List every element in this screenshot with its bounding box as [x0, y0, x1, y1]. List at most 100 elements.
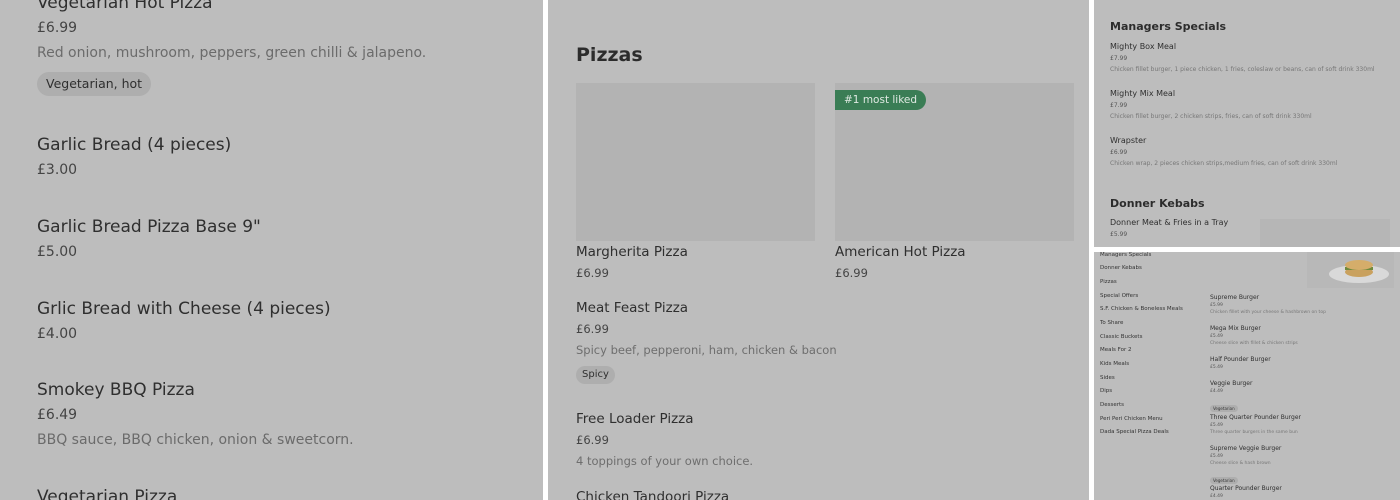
item-name: Free Loader Pizza — [576, 411, 694, 427]
section-heading: Managers Specials — [1110, 20, 1227, 33]
item-price: £4.49 — [1210, 389, 1223, 394]
menu-item[interactable]: Garlic Bread Pizza Base 9" £5.00 — [37, 217, 261, 261]
category-link[interactable]: Pizzas — [1100, 279, 1117, 286]
menu-item[interactable]: Smokey BBQ Pizza £6.49 BBQ sauce, BBQ ch… — [37, 380, 354, 449]
menu-item[interactable]: Mega Mix Burger £5.49 Cheese slice with … — [1210, 325, 1298, 347]
menu-item[interactable]: Vegetarian Hot Pizza £6.99 Red onion, mu… — [37, 0, 426, 96]
item-description: BBQ sauce, BBQ chicken, onion & sweetcor… — [37, 432, 354, 448]
item-description: Cheese slice & hash brown — [1210, 461, 1271, 466]
item-price: £5.00 — [37, 244, 78, 260]
item-price: £5.99 — [1210, 303, 1223, 308]
dietary-tag: Spicy — [576, 366, 615, 384]
menu-item[interactable]: Quarter Pounder Burger £4.49 — [1210, 485, 1282, 500]
item-description: Three quarter burgers in the same bun — [1210, 430, 1298, 435]
item-name: Meat Feast Pizza — [576, 300, 689, 316]
item-name: Mega Mix Burger — [1210, 325, 1261, 332]
item-name: Garlic Bread Pizza Base 9" — [37, 217, 261, 237]
category-link[interactable]: Classic Buckets — [1100, 334, 1142, 341]
item-price: £6.99 — [576, 266, 609, 280]
section-heading: Pizzas — [576, 44, 643, 66]
item-card[interactable]: Margherita Pizza £6.99 — [576, 244, 688, 280]
item-name: Smokey BBQ Pizza — [37, 380, 195, 400]
item-image-placeholder[interactable] — [576, 83, 815, 241]
item-name: Mighty Box Meal — [1110, 42, 1177, 51]
item-name: Mighty Mix Meal — [1110, 89, 1176, 98]
item-description: Red onion, mushroom, peppers, green chil… — [37, 45, 427, 61]
category-link[interactable]: Kids Meals — [1100, 361, 1129, 368]
item-name: Grlic Bread with Cheese (4 pieces) — [37, 299, 331, 319]
category-link[interactable]: Desserts — [1100, 402, 1124, 409]
item-description: 4 toppings of your own choice. — [576, 454, 754, 468]
menu-item[interactable]: Supreme Veggie Burger £5.49 Cheese slice… — [1210, 445, 1281, 486]
item-price: £7.99 — [1110, 55, 1128, 62]
item-name: Three Quarter Pounder Burger — [1210, 414, 1301, 421]
item-description: Chicken fillet with your cheese & hashbr… — [1210, 310, 1326, 315]
item-description: Cheese slice with fillet & chicken strip… — [1210, 341, 1298, 346]
menu-item[interactable]: Free Loader Pizza £6.99 4 toppings of yo… — [576, 411, 753, 468]
specials-panel: Managers Specials Mighty Box Meal £7.99 … — [1094, 0, 1400, 247]
menu-item[interactable]: Donner Meat & Fries in a Tray £5.99 — [1110, 218, 1228, 239]
menu-item[interactable]: Meat Feast Pizza £6.99 Spicy beef, peppe… — [576, 300, 837, 384]
item-name: American Hot Pizza — [835, 244, 966, 260]
item-name: Wrapster — [1110, 136, 1147, 145]
item-card[interactable]: American Hot Pizza £6.99 — [835, 244, 966, 280]
item-image-placeholder[interactable]: #1 most liked — [835, 83, 1074, 241]
item-price: £6.49 — [37, 407, 78, 423]
item-name: Vegetarian Hot Pizza — [37, 0, 213, 13]
category-link[interactable]: Special Offers — [1100, 293, 1138, 300]
category-link[interactable]: Meals For 2 — [1100, 347, 1131, 354]
item-price: £5.99 — [1110, 231, 1128, 238]
item-name: Supreme Veggie Burger — [1210, 445, 1282, 452]
menu-item[interactable]: Chicken Tandoori Pizza — [576, 489, 729, 500]
menu-item[interactable]: Supreme Burger £5.99 Chicken fillet with… — [1210, 294, 1326, 316]
dietary-tag: Vegetarian — [1210, 405, 1238, 412]
category-link[interactable]: Dada Special Pizza Deals — [1100, 429, 1169, 436]
item-price: £6.99 — [576, 322, 609, 336]
item-name: Supreme Burger — [1210, 294, 1260, 301]
item-price: £3.00 — [37, 162, 78, 178]
burger-photo[interactable] — [1307, 252, 1394, 288]
menu-item[interactable]: Half Pounder Burger £5.49 — [1210, 356, 1271, 371]
category-link[interactable]: Managers Specials — [1100, 252, 1151, 259]
item-name: Quarter Pounder Burger — [1210, 485, 1282, 492]
menu-item[interactable]: Three Quarter Pounder Burger £5.49 Three… — [1210, 414, 1301, 436]
pizzas-panel: Pizzas #1 most liked Margherita Pizza £6… — [548, 0, 1089, 500]
item-description: Chicken fillet burger, 2 chicken strips,… — [1110, 113, 1312, 120]
item-name: Chicken Tandoori Pizza — [576, 489, 730, 500]
categories-panel: Managers Specials Donner Kebabs Pizzas S… — [1094, 252, 1400, 500]
section-heading: Donner Kebabs — [1110, 197, 1205, 210]
menu-list-panel: Vegetarian Hot Pizza £6.99 Red onion, mu… — [0, 0, 543, 500]
item-price: £5.49 — [1210, 365, 1223, 370]
item-price: £6.99 — [1110, 149, 1128, 156]
menu-item[interactable]: Wrapster £6.99 Chicken wrap, 2 pieces ch… — [1110, 136, 1337, 168]
item-price: £5.49 — [1210, 423, 1223, 428]
category-link[interactable]: Donner Kebabs — [1100, 265, 1142, 272]
item-name: Donner Meat & Fries in a Tray — [1110, 218, 1229, 227]
item-description: Spicy beef, pepperoni, ham, chicken & ba… — [576, 343, 837, 357]
menu-item[interactable]: Garlic Bread (4 pieces) £3.00 — [37, 135, 231, 179]
item-image-placeholder[interactable] — [1260, 219, 1390, 247]
item-description: Chicken fillet burger, 1 piece chicken, … — [1110, 66, 1375, 73]
item-price: £4.00 — [37, 326, 78, 342]
category-link[interactable]: Sides — [1100, 375, 1115, 382]
category-link[interactable]: Dips — [1100, 388, 1112, 395]
item-price: £6.99 — [835, 266, 868, 280]
category-link[interactable]: To Share — [1100, 320, 1123, 327]
item-price: £6.99 — [37, 20, 78, 36]
item-name: Half Pounder Burger — [1210, 356, 1271, 363]
category-link[interactable]: S.F. Chicken & Boneless Meals — [1100, 306, 1183, 313]
most-liked-badge: #1 most liked — [835, 90, 927, 110]
item-price: £6.99 — [576, 433, 609, 447]
menu-item[interactable]: Mighty Mix Meal £7.99 Chicken fillet bur… — [1110, 89, 1312, 121]
category-link[interactable]: Peri Peri Chicken Menu — [1100, 416, 1163, 423]
menu-item[interactable]: Mighty Box Meal £7.99 Chicken fillet bur… — [1110, 42, 1375, 74]
item-price: £4.49 — [1210, 494, 1223, 499]
item-name: Margherita Pizza — [576, 244, 688, 260]
dietary-tag: Vegetarian — [1210, 477, 1238, 484]
item-price: £5.49 — [1210, 454, 1223, 459]
item-description: Chicken wrap, 2 pieces chicken strips,me… — [1110, 160, 1338, 167]
menu-item[interactable]: Vegetarian Pizza — [37, 487, 177, 500]
menu-item[interactable]: Grlic Bread with Cheese (4 pieces) £4.00 — [37, 299, 331, 343]
item-price: £7.99 — [1110, 102, 1128, 109]
menu-item[interactable]: Veggie Burger £4.49 Vegetarian — [1210, 380, 1252, 414]
